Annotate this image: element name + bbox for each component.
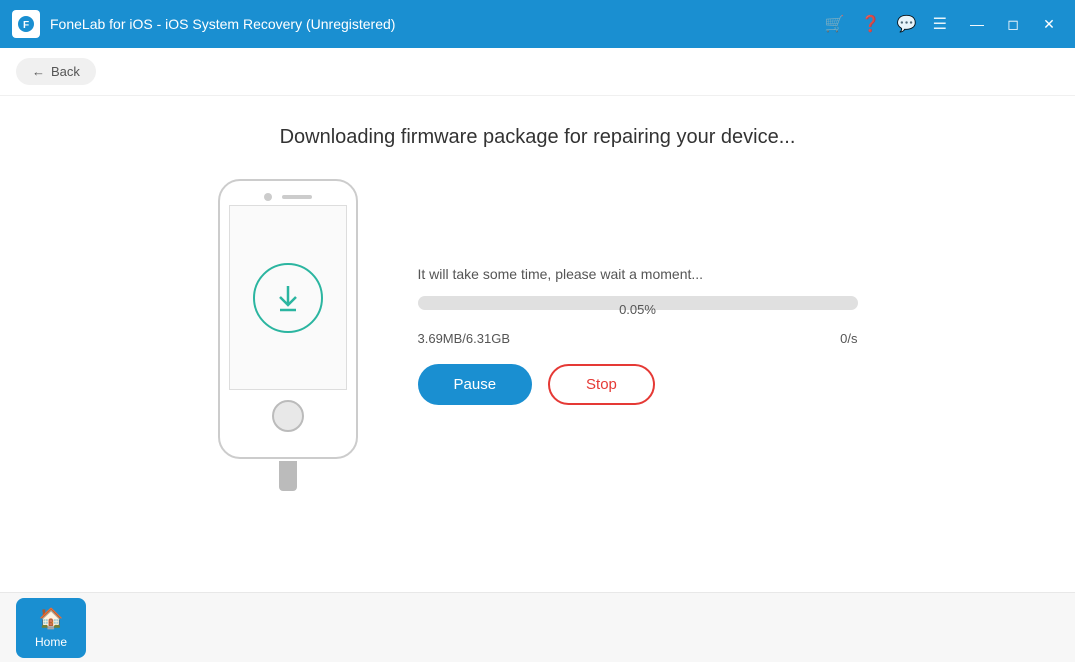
progress-section: 0.05% [418, 296, 858, 317]
action-buttons: Pause Stop [418, 364, 858, 405]
cart-icon[interactable]: 🛒 [825, 14, 845, 34]
app-title: FoneLab for iOS - iOS System Recovery (U… [50, 16, 395, 32]
home-label: Home [35, 635, 67, 649]
stop-button[interactable]: Stop [548, 364, 655, 405]
pause-button[interactable]: Pause [418, 364, 533, 405]
download-info-panel: It will take some time, please wait a mo… [418, 266, 858, 405]
download-icon [253, 263, 323, 333]
progress-label: 0.05% [418, 302, 858, 317]
phone-camera [264, 193, 272, 201]
app-logo: F [12, 10, 40, 38]
titlebar: F FoneLab for iOS - iOS System Recovery … [0, 0, 1075, 48]
bottom-bar: 🏠 Home [0, 592, 1075, 662]
chat-icon[interactable]: 💬 [897, 14, 917, 34]
back-arrow-icon: ← [32, 64, 45, 79]
maximize-button[interactable]: ◻ [999, 10, 1027, 38]
phone-screen [229, 205, 347, 390]
phone-top [264, 181, 312, 201]
download-speed: 0/s [840, 331, 857, 346]
downloaded-size: 3.69MB/6.31GB [418, 331, 511, 346]
titlebar-left: F FoneLab for iOS - iOS System Recovery … [12, 10, 395, 38]
back-label: Back [51, 64, 80, 79]
content-area: It will take some time, please wait a mo… [218, 179, 858, 491]
nav-bar: ← Back [0, 48, 1075, 96]
question-icon[interactable]: ❓ [861, 14, 881, 34]
wait-message: It will take some time, please wait a mo… [418, 266, 858, 282]
phone-body [218, 179, 358, 459]
phone-speaker [282, 195, 312, 199]
close-button[interactable]: ✕ [1035, 10, 1063, 38]
svg-text:F: F [23, 20, 29, 31]
minimize-button[interactable]: — [963, 10, 991, 38]
phone-illustration [218, 179, 358, 491]
menu-icon[interactable]: ☰ [933, 14, 947, 34]
phone-connector [279, 461, 297, 491]
page-title: Downloading firmware package for repairi… [280, 126, 796, 149]
size-speed-row: 3.69MB/6.31GB 0/s [418, 331, 858, 346]
home-button[interactable]: 🏠 Home [16, 598, 86, 658]
main-content: Downloading firmware package for repairi… [0, 96, 1075, 592]
phone-home-button [272, 400, 304, 432]
home-icon: 🏠 [39, 606, 64, 631]
back-button[interactable]: ← Back [16, 58, 96, 85]
window-controls: — ◻ ✕ [963, 10, 1063, 38]
titlebar-icons: 🛒 ❓ 💬 ☰ [825, 14, 947, 34]
